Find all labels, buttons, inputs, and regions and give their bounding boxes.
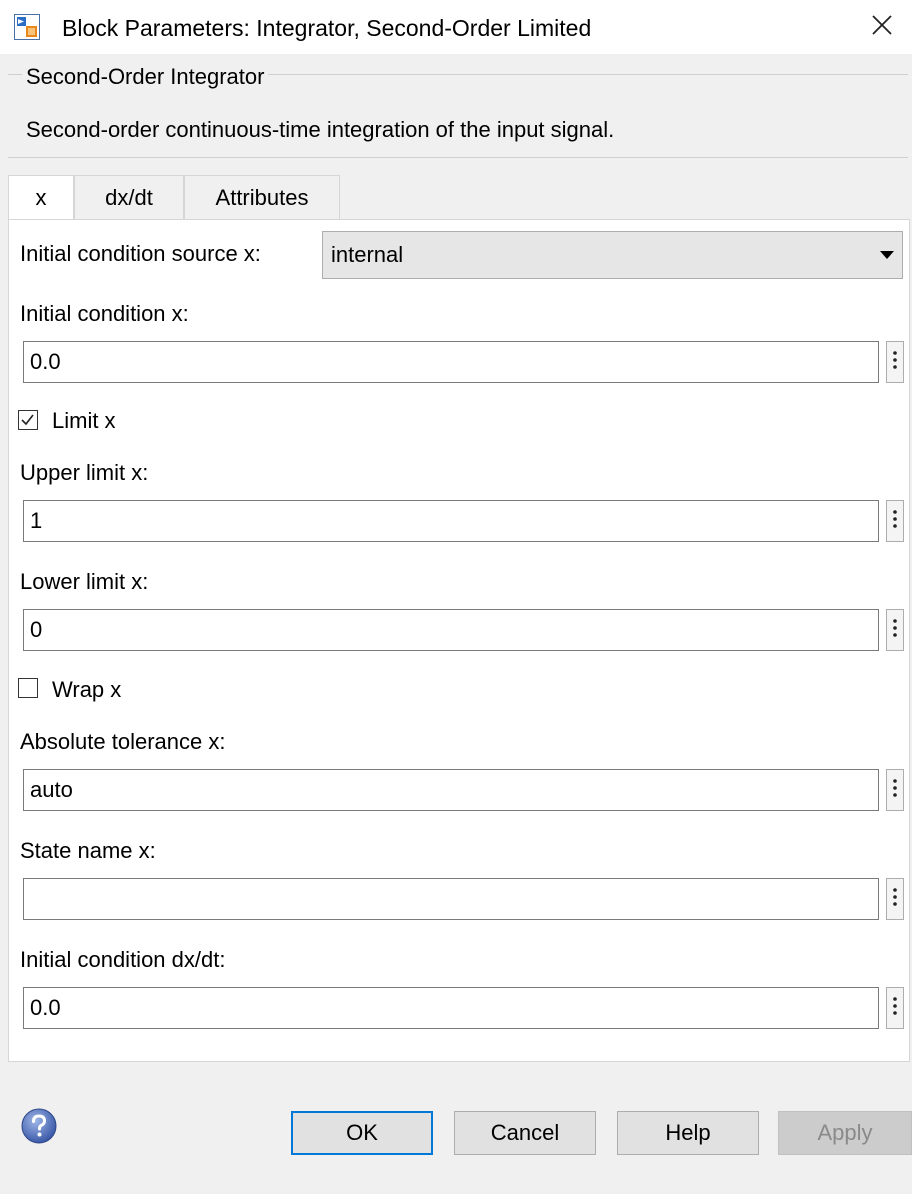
- ic-source-dropdown[interactable]: internal: [322, 231, 903, 279]
- ok-button[interactable]: OK: [291, 1111, 433, 1155]
- title-bar: Block Parameters: Integrator, Second-Ord…: [0, 0, 912, 54]
- abs-tol-menu-button[interactable]: [886, 769, 904, 811]
- ic-source-value: internal: [331, 242, 404, 267]
- upper-limit-menu-button[interactable]: [886, 500, 904, 542]
- question-mark-icon: [21, 1108, 57, 1144]
- ic-dxdt-label: Initial condition dx/dt:: [20, 947, 226, 972]
- vertical-dots-icon: [893, 350, 897, 375]
- ic-dxdt-field[interactable]: 0.0: [23, 987, 879, 1029]
- cancel-button[interactable]: Cancel: [454, 1111, 596, 1155]
- wrap-x-checkbox[interactable]: [18, 678, 38, 698]
- abs-tol-field[interactable]: auto: [23, 769, 879, 811]
- vertical-dots-icon: [893, 996, 897, 1021]
- state-name-menu-button[interactable]: [886, 878, 904, 920]
- ic-source-label: Initial condition source x:: [20, 241, 261, 266]
- abs-tol-label: Absolute tolerance x:: [20, 729, 226, 754]
- tab-dxdt[interactable]: dx/dt: [74, 175, 184, 219]
- help-text-button[interactable]: Help: [617, 1111, 759, 1155]
- lower-limit-field[interactable]: 0: [23, 609, 879, 651]
- lower-limit-label: Lower limit x:: [20, 569, 149, 594]
- close-icon: [871, 10, 893, 44]
- state-name-field[interactable]: [23, 878, 879, 920]
- simulink-block-icon: [14, 14, 40, 40]
- window-title: Block Parameters: Integrator, Second-Ord…: [62, 15, 592, 41]
- vertical-dots-icon: [893, 509, 897, 534]
- checkmark-icon: [21, 414, 34, 426]
- apply-button[interactable]: Apply: [778, 1111, 912, 1155]
- close-button[interactable]: [852, 0, 912, 54]
- limit-x-label: Limit x: [52, 408, 116, 433]
- block-description: Second-order continuous-time integration…: [26, 117, 615, 142]
- ic-x-field[interactable]: 0.0: [23, 341, 879, 383]
- vertical-dots-icon: [893, 778, 897, 803]
- group-title: Second-Order Integrator: [22, 64, 269, 90]
- upper-limit-field[interactable]: 1: [23, 500, 879, 542]
- limit-x-checkbox[interactable]: [18, 410, 38, 430]
- tab-x[interactable]: x: [8, 175, 74, 220]
- tab-attributes[interactable]: Attributes: [184, 175, 340, 219]
- help-button[interactable]: [20, 1107, 58, 1145]
- state-name-label: State name x:: [20, 838, 156, 863]
- wrap-x-label: Wrap x: [52, 677, 122, 702]
- upper-limit-label: Upper limit x:: [20, 460, 149, 485]
- lower-limit-menu-button[interactable]: [886, 609, 904, 651]
- ic-dxdt-menu-button[interactable]: [886, 987, 904, 1029]
- ic-x-label: Initial condition x:: [20, 301, 189, 326]
- vertical-dots-icon: [893, 887, 897, 912]
- ic-x-menu-button[interactable]: [886, 341, 904, 383]
- dropdown-arrow-icon: [872, 251, 902, 259]
- vertical-dots-icon: [893, 618, 897, 643]
